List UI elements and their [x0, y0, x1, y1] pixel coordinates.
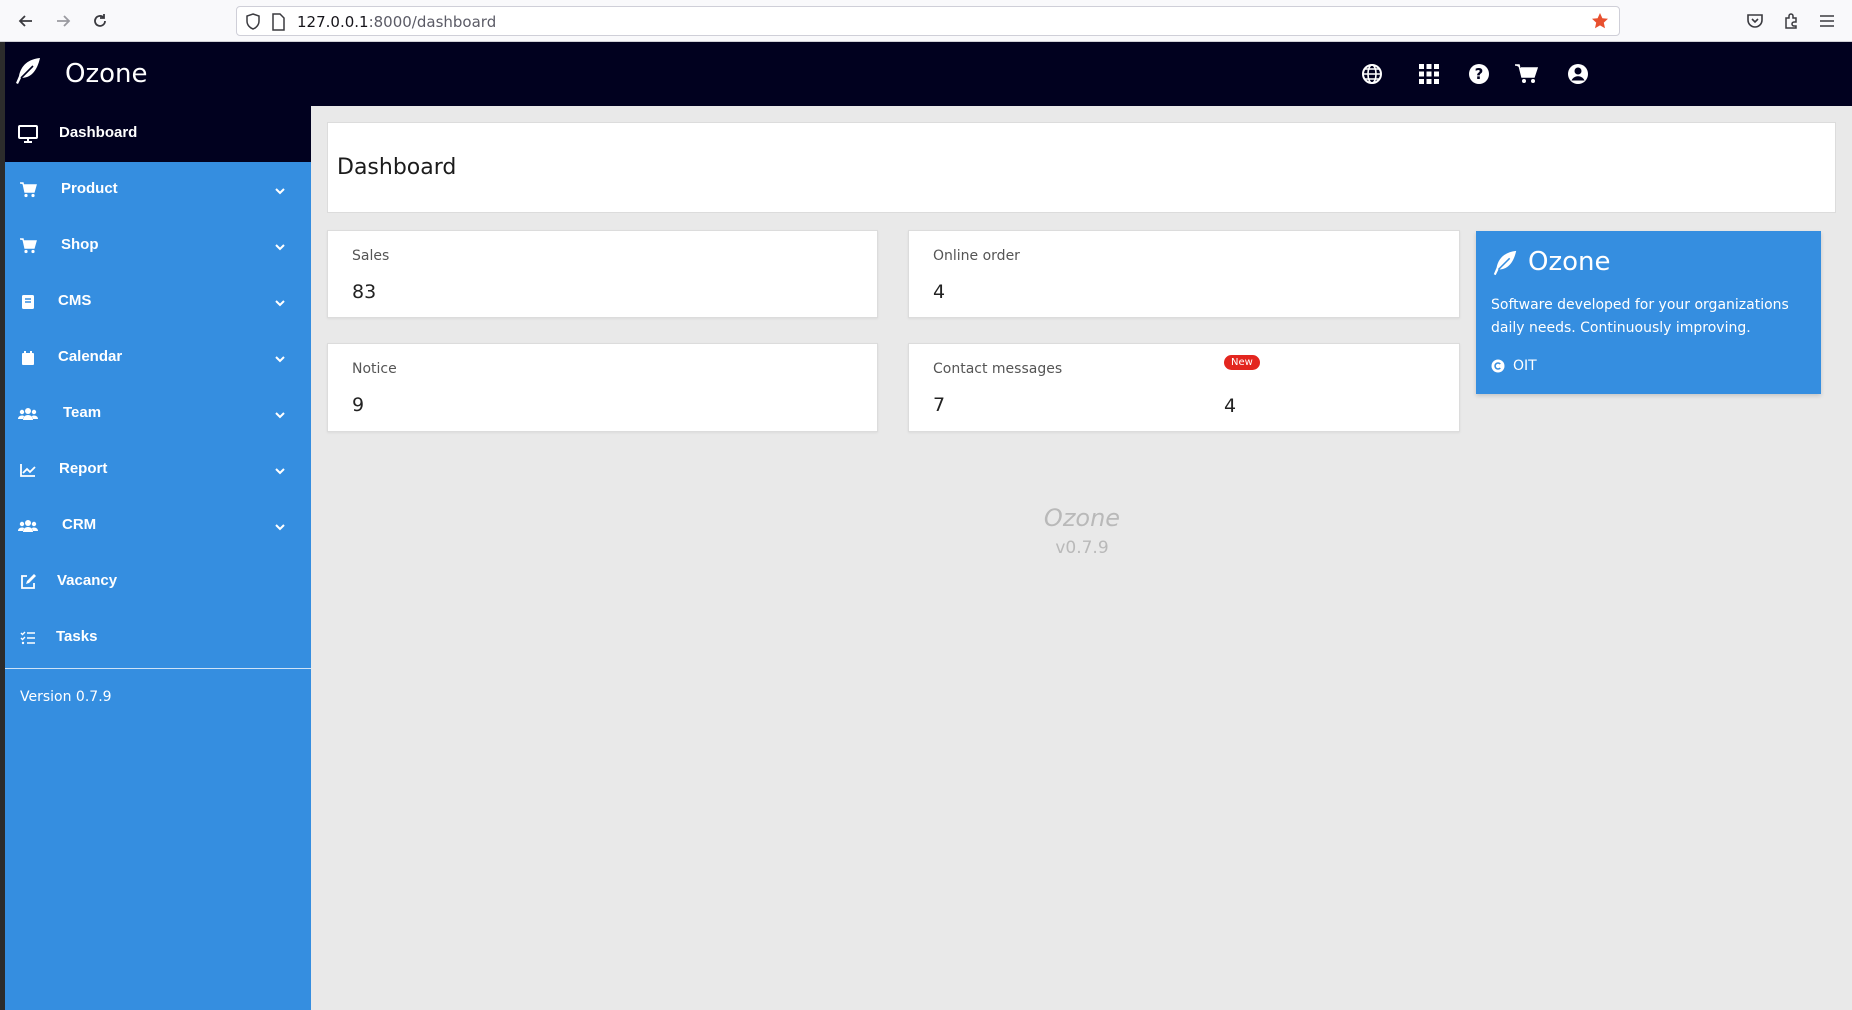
new-badge: New: [1224, 355, 1260, 370]
chevron-down-icon: [275, 350, 285, 368]
users-icon: [17, 404, 39, 424]
sidebar-item-label: Report: [59, 460, 108, 477]
globe-icon[interactable]: [1358, 60, 1386, 88]
chevron-down-icon: [275, 462, 285, 480]
back-arrow-icon[interactable]: [14, 9, 38, 33]
copyright-icon: [1491, 359, 1505, 373]
edit-icon: [17, 572, 39, 592]
sidebar-item-label: Calendar: [58, 348, 123, 365]
contact-messages-card[interactable]: Contact messages 7 New 4: [908, 343, 1460, 432]
sales-label: Sales: [352, 248, 390, 264]
sidebar-item-label: Product: [61, 180, 118, 197]
online-order-label: Online order: [933, 248, 1020, 264]
tasks-icon: [17, 628, 39, 648]
chevron-down-icon: [275, 518, 285, 536]
sales-value: 83: [352, 281, 377, 303]
chevron-down-icon: [275, 238, 285, 256]
calendar-icon: [17, 348, 39, 368]
sidebar-item-report[interactable]: Report: [5, 442, 311, 498]
users-icon: [17, 516, 39, 536]
info-title: Ozone: [1528, 247, 1611, 277]
forward-arrow-icon[interactable]: [51, 9, 75, 33]
brand-name: Ozone: [65, 58, 148, 89]
sidebar-item-tasks[interactable]: Tasks: [5, 610, 311, 666]
new-messages-value: 4: [1224, 395, 1237, 417]
page-icon: [271, 13, 285, 36]
footer-name: Ozone: [1043, 504, 1121, 532]
sidebar-item-calendar[interactable]: Calendar: [5, 330, 311, 386]
sidebar-item-product[interactable]: Product: [5, 162, 311, 218]
sidebar-item-team[interactable]: Team: [5, 386, 311, 442]
pocket-icon[interactable]: [1743, 9, 1767, 33]
shield-icon[interactable]: [245, 13, 261, 36]
contact-messages-value: 7: [933, 394, 946, 416]
apps-grid-icon[interactable]: [1415, 60, 1443, 88]
footer-brand: Ozone v0.7.9: [962, 504, 1202, 558]
url-text: 127.0.0.1:8000/dashboard: [297, 13, 497, 31]
sidebar-item-label: Team: [63, 404, 102, 421]
page-title: Dashboard: [337, 155, 457, 180]
sidebar-version: Version 0.7.9: [20, 689, 112, 705]
oit-link[interactable]: OIT: [1491, 358, 1537, 374]
sidebar: Dashboard Product Shop CMS Calendar Team: [5, 106, 311, 1010]
sidebar-item-label: CMS: [58, 292, 92, 309]
chevron-down-icon: [275, 182, 285, 200]
sales-card[interactable]: Sales 83: [327, 230, 878, 318]
chart-icon: [17, 460, 39, 480]
page-title-card: Dashboard: [327, 122, 1836, 213]
sidebar-item-label: Shop: [61, 236, 99, 253]
browser-toolbar: 127.0.0.1:8000/dashboard: [0, 0, 1852, 42]
cart-icon: [17, 180, 39, 200]
book-icon: [17, 292, 39, 312]
brand[interactable]: Ozone: [13, 56, 148, 91]
help-icon[interactable]: ?: [1465, 60, 1493, 88]
sidebar-item-label: CRM: [62, 516, 97, 533]
feather-logo-icon: [1491, 249, 1519, 282]
cart-icon: [17, 236, 39, 256]
sidebar-item-label: Vacancy: [57, 572, 118, 589]
oit-link-label: OIT: [1513, 358, 1537, 374]
chevron-down-icon: [275, 406, 285, 424]
notice-value: 9: [352, 394, 365, 416]
sidebar-item-cms[interactable]: CMS: [5, 274, 311, 330]
sidebar-divider: [5, 668, 311, 669]
footer-version: v0.7.9: [1055, 538, 1109, 558]
chevron-down-icon: [275, 294, 285, 312]
info-description: Software developed for your organization…: [1491, 297, 1789, 336]
sidebar-item-shop[interactable]: Shop: [5, 218, 311, 274]
extensions-icon[interactable]: [1779, 9, 1803, 33]
sidebar-item-vacancy[interactable]: Vacancy: [5, 554, 311, 610]
bookmark-star-icon[interactable]: [1591, 12, 1609, 35]
menu-icon[interactable]: [1815, 9, 1839, 33]
cart-icon[interactable]: [1512, 60, 1540, 88]
address-bar[interactable]: 127.0.0.1:8000/dashboard: [236, 6, 1620, 36]
online-order-value: 4: [933, 281, 946, 303]
monitor-icon: [17, 124, 39, 144]
svg-text:?: ?: [1475, 65, 1484, 83]
sidebar-item-label: Dashboard: [59, 124, 138, 141]
app-header: Ozone ?: [5, 42, 1852, 106]
user-icon[interactable]: [1564, 60, 1592, 88]
feather-logo-icon: [13, 56, 43, 91]
notice-label: Notice: [352, 361, 397, 377]
online-order-card[interactable]: Online order 4: [908, 230, 1460, 318]
sidebar-item-dashboard[interactable]: Dashboard: [5, 106, 311, 162]
reload-icon[interactable]: [88, 9, 112, 33]
sidebar-item-crm[interactable]: CRM: [5, 498, 311, 554]
info-card: Ozone Software developed for your organi…: [1476, 231, 1821, 394]
contact-messages-label: Contact messages: [933, 361, 1063, 377]
sidebar-item-label: Tasks: [56, 628, 98, 645]
notice-card[interactable]: Notice 9: [327, 343, 878, 432]
